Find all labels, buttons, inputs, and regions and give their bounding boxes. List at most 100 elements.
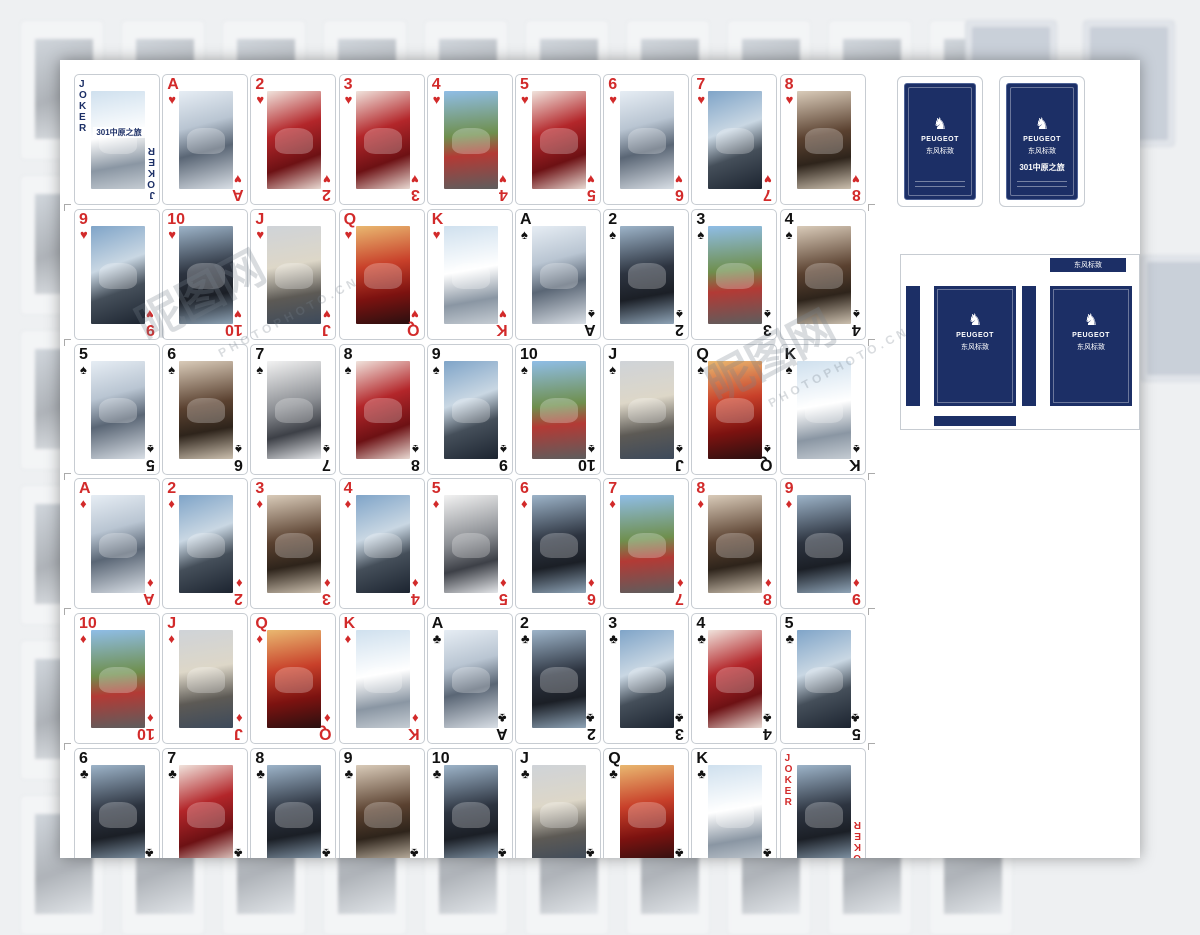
card-suit-bottom-icon: ♠ xyxy=(676,306,684,322)
playing-card: 8♣8♣ xyxy=(250,748,337,858)
card-suit-icon: ♦ xyxy=(256,496,264,512)
car-photo xyxy=(532,765,586,858)
car-photo xyxy=(708,495,763,594)
card-rank-bottom: K xyxy=(849,455,861,473)
car-photo xyxy=(91,765,145,858)
card-suit-bottom-icon: ♠ xyxy=(676,441,684,457)
car-photo xyxy=(532,630,586,729)
car-photo xyxy=(443,495,498,594)
car-photo xyxy=(355,91,410,189)
car-photo xyxy=(179,360,234,459)
car-photo xyxy=(620,225,675,324)
card-suit-icon: ♣ xyxy=(168,766,177,781)
card-suit-icon: ♦ xyxy=(168,496,175,512)
card-rank: 7 xyxy=(608,480,618,498)
playing-card: A ♣ A ♣ xyxy=(426,613,513,745)
card-suit-icon: ♠ xyxy=(344,361,352,377)
playing-card: 7 ♥ 7 ♥ xyxy=(691,74,778,205)
playing-card: 7 ♦ 7 ♦ xyxy=(603,478,690,610)
card-suit-bottom-icon: ♣ xyxy=(233,846,243,858)
card-rank: J xyxy=(167,615,177,633)
playing-card: 4 ♦ 4 ♦ xyxy=(338,478,425,610)
card-rank: Q xyxy=(255,615,268,633)
car-photo xyxy=(708,765,763,858)
card-suit-icon: ♠ xyxy=(432,361,440,377)
card-rank-bottom: 7 xyxy=(322,455,332,473)
card-suit-icon: ♥ xyxy=(344,92,353,107)
card-suit-icon: ♦ xyxy=(432,496,440,512)
card-suit-bottom-icon: ♥ xyxy=(146,306,154,322)
box-dieline: ♞ PEUGEOT 东风标致 ♞ PEUGEOT 东风标致 东风标致 xyxy=(900,236,1140,452)
card-suit-bottom-icon: ♠ xyxy=(147,441,154,457)
card-suit-bottom-icon: ♦ xyxy=(764,576,772,592)
card-suit-bottom-icon: ♠ xyxy=(588,306,595,322)
playing-card: Q ♦ Q ♦ xyxy=(250,613,337,745)
playing-card: 2 ♦ 2 ♦ xyxy=(162,478,249,610)
card-rank-bottom: J xyxy=(675,455,685,473)
card-rank-bottom: 5 xyxy=(587,186,596,203)
card-suit-bottom-icon: ♥ xyxy=(322,172,331,187)
card-rank: 8 xyxy=(255,750,265,767)
card-rank: 3 xyxy=(255,480,265,498)
card-rank-bottom: Q xyxy=(318,725,332,743)
card-rank-bottom: 4 xyxy=(763,725,773,743)
card-rank-bottom: K xyxy=(408,725,420,743)
card-rank: 10 xyxy=(167,210,185,228)
playing-card: 10 ♥ 10 ♥ xyxy=(162,208,249,340)
car-photo xyxy=(355,630,410,729)
car-photo xyxy=(796,91,851,189)
card-rank-bottom: 4 xyxy=(851,320,861,338)
card-rank: 5 xyxy=(431,480,441,498)
car-photo xyxy=(708,360,763,459)
playing-card: 2 ♠ 2 ♠ xyxy=(603,208,690,340)
playing-card: K ♠ K ♠ xyxy=(779,343,866,475)
card-rank: 5 xyxy=(520,76,529,93)
card-rank: 6 xyxy=(167,345,177,363)
card-suit-icon: ♥ xyxy=(344,226,353,242)
card-suit-icon: ♣ xyxy=(432,631,442,647)
card-suit-icon: ♥ xyxy=(785,92,794,107)
card-rank: 5 xyxy=(784,615,794,633)
card-suit-icon: ♦ xyxy=(521,496,528,512)
card-rank: A xyxy=(167,76,179,93)
card-suit-icon: ♠ xyxy=(609,226,617,242)
car-photo xyxy=(532,225,586,324)
car-photo xyxy=(179,495,234,594)
playing-card: Q♣Q♣ xyxy=(603,748,690,858)
playing-card: 6 ♦ 6 ♦ xyxy=(515,478,601,610)
card-rank-bottom: 10 xyxy=(225,320,244,338)
card-rank-bottom: 2 xyxy=(675,320,685,338)
card-rank: 9 xyxy=(431,345,441,363)
card-grid: JOKER JOKER 301中原之旅 A ♥ A ♥ 2 ♥ 2 ♥ 3 ♥ 3 ♥ 4 ♥ 4 ♥ 5 ♥ 5 ♥ 6 ♥ 6… xyxy=(64,74,875,858)
back-fine-line xyxy=(915,181,965,187)
card-suit-icon: ♠ xyxy=(785,361,793,377)
card-rank-bottom: 8 xyxy=(763,590,773,608)
card-suit-icon: ♦ xyxy=(80,631,87,647)
card-rank: A xyxy=(520,210,532,228)
card-suit-icon: ♣ xyxy=(256,766,265,781)
box-brand-cn: 东风标致 xyxy=(961,344,989,351)
card-suit-icon: ♥ xyxy=(256,92,265,107)
card-rank-bottom: 9 xyxy=(498,455,508,473)
card-suit-icon: ♥ xyxy=(168,92,176,107)
car-photo xyxy=(267,765,322,858)
card-suit-icon: ♦ xyxy=(80,496,87,512)
playing-card: J ♥ J ♥ xyxy=(250,208,337,340)
card-rank-bottom: 4 xyxy=(410,590,420,608)
print-sheet: JOKER JOKER 301中原之旅 A ♥ A ♥ 2 ♥ 2 ♥ 3 ♥ 3 ♥ 4 ♥ 4 ♥ 5 ♥ 5 ♥ 6 ♥ 6… xyxy=(60,60,1140,858)
card-rank: K xyxy=(343,615,356,633)
playing-card: A ♥ A ♥ xyxy=(162,74,249,205)
playing-card: 10 ♦ 10 ♦ xyxy=(74,613,160,745)
card-suit-icon: ♠ xyxy=(168,361,176,377)
card-rank-bottom: 10 xyxy=(137,725,155,743)
playing-card: JOKER JOKER xyxy=(779,748,866,858)
card-rank: 3 xyxy=(696,210,706,228)
card-suit-bottom-icon: ♠ xyxy=(588,441,595,457)
card-rank-bottom: 4 xyxy=(498,186,508,203)
car-photo xyxy=(355,360,410,459)
crop-mark xyxy=(64,473,71,481)
car-photo xyxy=(179,765,234,858)
card-rank-bottom: Q xyxy=(759,455,773,473)
card-suit-bottom-icon: ♦ xyxy=(852,576,860,592)
card-rank: 10 xyxy=(431,750,450,767)
